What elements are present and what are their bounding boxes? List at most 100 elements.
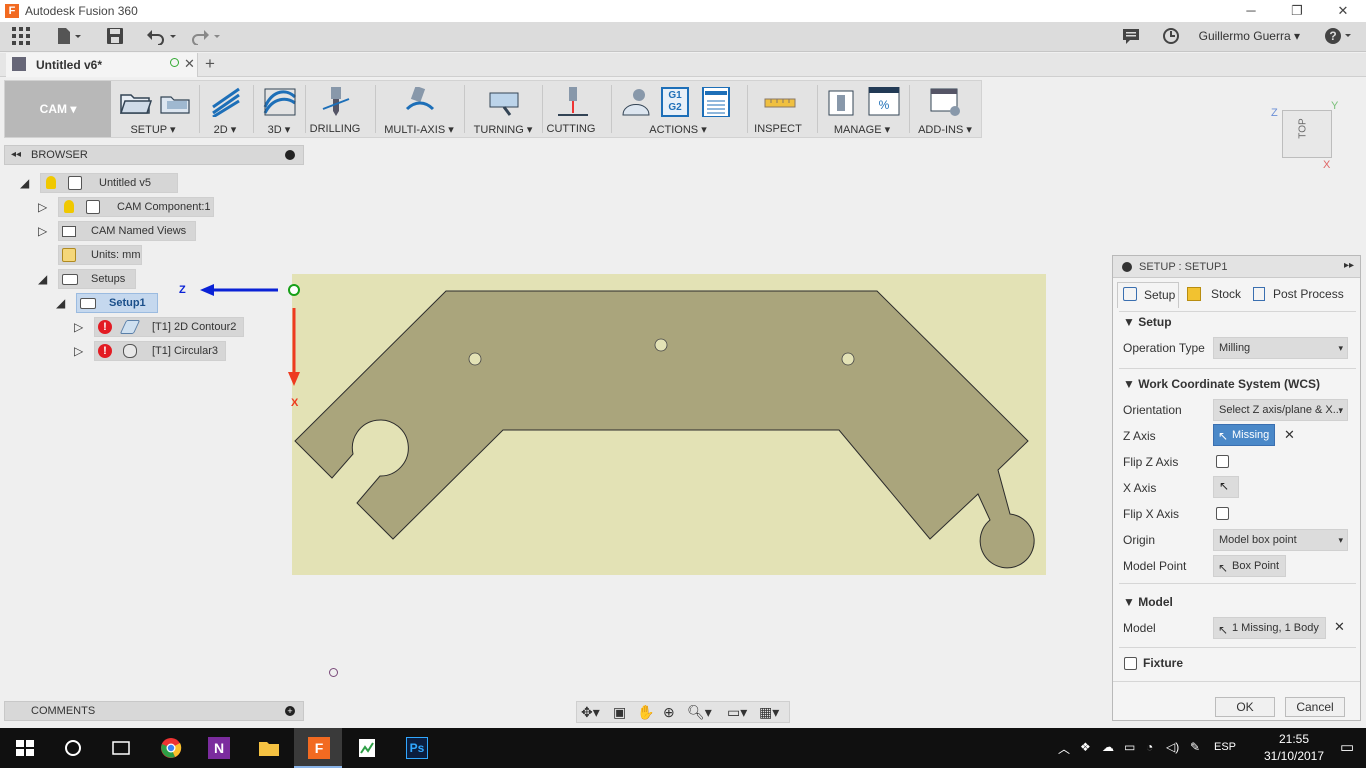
comments-panel[interactable]: COMMENTS + [4,701,304,721]
2d-group[interactable]: 2D ▾ [203,81,247,137]
circular-op-icon [123,344,137,358]
origin-select[interactable]: Model box point ▾ [1213,529,1348,551]
save-icon[interactable] [106,27,124,47]
clock-time[interactable]: 21:55 [1264,732,1324,746]
x-axis-selector[interactable]: ↖ [1213,476,1239,498]
orientation-select[interactable]: Select Z axis/plane & X... ▾ [1213,399,1348,421]
file-explorer-icon[interactable] [244,728,292,768]
close-window-button[interactable]: ✕ [1320,0,1366,22]
expand-icon[interactable]: ▷ [38,224,50,238]
multi-axis-group[interactable]: MULTI-AXIS ▾ [379,81,459,137]
clock-date[interactable]: 31/10/2017 [1252,749,1336,763]
expand-icon[interactable]: ▷ [38,200,50,214]
visibility-bulb-icon[interactable] [64,200,74,213]
dialog-header[interactable]: SETUP : SETUP1 ▸▸ [1113,256,1360,278]
collapse-icon[interactable]: ◢ [56,296,68,310]
z-axis-selector[interactable]: ↖ Missing [1213,424,1275,446]
new-tab-button[interactable]: + [205,54,215,74]
grid-icon[interactable]: ▦▾ [759,704,779,721]
cam-editor-icon[interactable] [342,728,390,768]
onedrive-icon[interactable]: ☁ [1102,740,1114,754]
notifications-icon[interactable] [1122,27,1140,47]
pen-ink-icon[interactable]: ✎ [1190,740,1200,754]
hole[interactable] [841,352,855,366]
multi-axis-icon [403,85,435,117]
chrome-icon[interactable] [146,728,194,768]
ok-button[interactable]: OK [1215,697,1275,717]
onenote-icon[interactable]: N [194,728,242,768]
maximize-button[interactable]: ❐ [1274,0,1320,22]
cancel-button[interactable]: Cancel [1285,697,1345,717]
add-ins-group[interactable]: ADD-INS ▾ [913,81,977,137]
cortana-icon[interactable] [48,728,96,768]
dropbox-icon[interactable]: ❖ [1080,740,1091,754]
windows-start-icon[interactable] [0,728,48,768]
app-grid-icon[interactable] [12,27,30,47]
visibility-bulb-icon[interactable] [46,176,56,189]
section-setup[interactable]: ▼ Setup [1123,315,1172,329]
view-cube[interactable]: TOP [1282,110,1332,158]
flip-x-axis-checkbox[interactable] [1216,507,1229,520]
help-icon[interactable]: ? [1324,27,1354,47]
hole[interactable] [654,338,668,352]
inspect-group[interactable]: INSPECT [751,81,805,137]
volume-icon[interactable]: ◁) [1166,740,1179,754]
actions-group[interactable]: G1 G2 ACTIONS ▾ [615,81,741,137]
file-menu-icon[interactable] [56,27,82,47]
setup-group[interactable]: SETUP ▾ [115,81,191,137]
collapse-icon[interactable]: ◢ [20,176,32,190]
part-body[interactable] [292,274,1046,575]
hole[interactable] [468,352,482,366]
3d-group[interactable]: 3D ▾ [257,81,301,137]
workspace-switcher[interactable]: CAM ▾ [5,81,111,137]
model-selector[interactable]: ↖ 1 Missing, 1 Body [1213,617,1326,639]
network-icon[interactable]: ◔ [1146,740,1153,754]
expand-icon[interactable]: ▷ [74,344,86,358]
part-outline[interactable] [294,290,1035,569]
clear-model-button[interactable]: ✕ [1334,619,1345,635]
zoom-window-icon[interactable]: ⊕ [663,704,675,721]
redo-icon[interactable] [190,27,222,47]
action-center-icon[interactable]: ▭ [1340,738,1354,756]
input-language[interactable]: ESP [1214,741,1236,753]
browser-header[interactable]: ◂◂ BROWSER [4,145,304,165]
undo-icon[interactable] [146,27,178,47]
model-point-selector[interactable]: ↖ Box Point [1213,555,1287,577]
zoom-icon[interactable]: 🔍︎▾ [687,704,712,721]
show-hidden-icons-icon[interactable]: ︿ [1058,740,1070,757]
flip-z-axis-checkbox[interactable] [1216,455,1229,468]
add-comment-button[interactable]: + [285,706,295,716]
display-icon[interactable]: ▭▾ [727,704,747,721]
collapse-icon[interactable]: ◢ [38,272,50,286]
expand-icon[interactable]: ▷ [74,320,86,334]
operation-type-select[interactable]: Milling ▾ [1213,337,1348,359]
dialog-expand-icon[interactable]: ▸▸ [1344,260,1354,271]
quick-access-bar: Guillermo Guerra ▾ ? [0,22,1366,52]
job-status-icon[interactable] [1162,27,1180,47]
minimize-button[interactable]: ─ [1228,0,1274,22]
look-at-icon[interactable]: ▣ [613,704,626,721]
cutting-label: CUTTING [546,123,596,135]
browser-pin-icon[interactable] [285,150,295,160]
clear-z-axis-button[interactable]: ✕ [1284,427,1295,443]
task-view-icon[interactable] [96,728,144,768]
manage-group[interactable]: % MANAGE ▾ [821,81,903,137]
fixture-checkbox[interactable] [1124,657,1137,670]
close-tab-button[interactable]: ✕ [184,56,195,72]
dialog-minimize-icon[interactable] [1122,262,1132,272]
fusion-taskbar-icon[interactable]: F [294,728,342,768]
document-tab[interactable]: Untitled v6* ✕ [6,53,198,77]
browser-collapse-icon[interactable]: ◂◂ [11,149,21,160]
section-model[interactable]: ▼ Model [1123,595,1173,609]
drilling-group[interactable]: DRILLING [309,81,361,137]
pivot-marker-icon[interactable] [329,668,338,677]
view-cube-face-top[interactable]: TOP [1298,118,1309,138]
pan-icon[interactable]: ✋ [637,704,654,721]
cutting-group[interactable]: CUTTING [546,81,596,137]
section-wcs[interactable]: ▼ Work Coordinate System (WCS) [1123,377,1320,391]
photoshop-icon[interactable]: Ps [392,728,440,768]
battery-icon[interactable]: ▭ [1124,740,1135,754]
orbit-icon[interactable]: ✥▾ [581,704,600,721]
turning-group[interactable]: TURNING ▾ [468,81,538,137]
user-account-menu[interactable]: Guillermo Guerra ▾ [1199,29,1300,43]
